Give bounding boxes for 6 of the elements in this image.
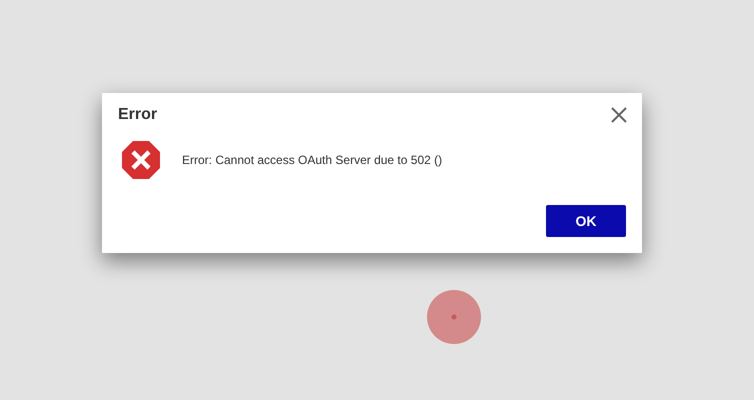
click-indicator (427, 290, 481, 344)
close-icon[interactable] (611, 107, 627, 123)
dialog-title: Error (118, 106, 158, 124)
error-icon (122, 141, 160, 179)
ok-button[interactable]: OK (546, 205, 626, 237)
error-message: Error: Cannot access OAuth Server due to 502 () (182, 153, 442, 167)
